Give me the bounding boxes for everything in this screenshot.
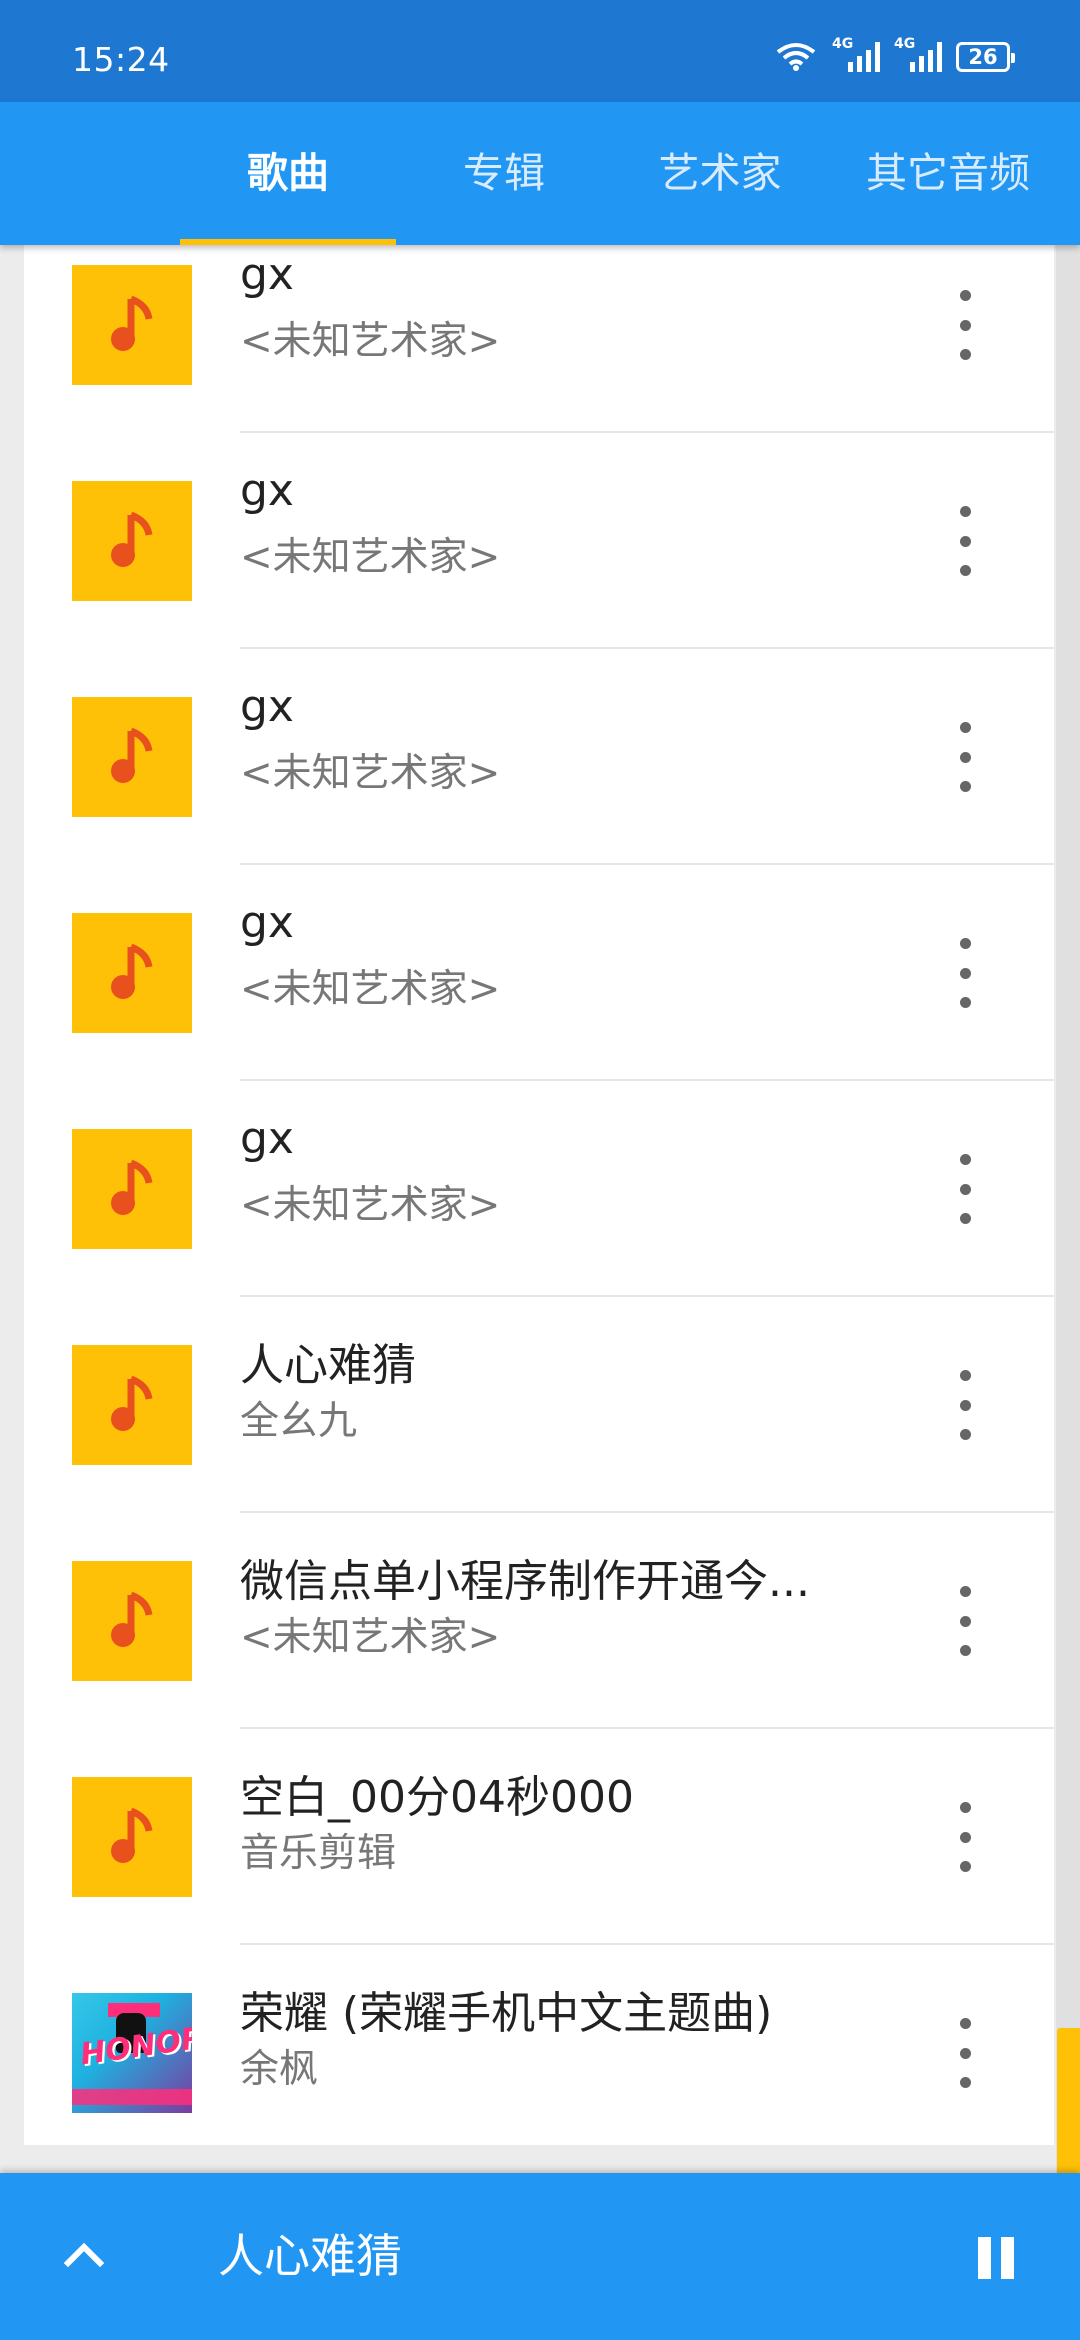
more-options-icon[interactable] [945,506,985,576]
song-list[interactable]: gx <未知艺术家> gx <未知艺术家> gx <未知艺术家> gx <未知艺… [24,245,1054,2145]
music-note-icon [72,265,192,385]
song-artist: <未知艺术家> [240,967,501,1012]
tab-songs[interactable]: 歌曲 [180,102,396,245]
more-options-icon[interactable] [945,1154,985,1224]
more-options-icon[interactable] [945,1586,985,1656]
album-art: HONOR [72,1993,192,2113]
song-artist: <未知艺术家> [240,319,501,364]
music-note-icon [72,1345,192,1465]
more-options-icon[interactable] [945,1802,985,1872]
song-title: 荣耀 (荣耀手机中文主题曲) [240,1988,773,2039]
song-title: gx [240,681,294,732]
song-row[interactable]: 人心难猜 全幺九 [24,1297,1054,1513]
song-title: gx [240,1113,294,1164]
song-artist: 全幺九 [240,1399,358,1444]
status-bar: 15:24 4G 4G 26 [0,0,1080,102]
scrollbar-thumb[interactable] [1057,2028,1080,2176]
music-note-icon [72,1777,192,1897]
song-row[interactable]: gx <未知艺术家> [24,433,1054,649]
status-icons: 4G 4G 26 [774,36,1015,72]
song-title: 空白_00分04秒000 [240,1772,634,1823]
song-row[interactable]: 微信点单小程序制作开通今... <未知艺术家> [24,1513,1054,1729]
battery-level: 26 [968,45,998,69]
network-type-label: 4G [894,36,916,52]
song-title: gx [240,465,294,516]
tab-artists[interactable]: 艺术家 [612,102,828,245]
song-artist: <未知艺术家> [240,1615,501,1660]
music-note-icon [72,1129,192,1249]
signal-icon-sim1: 4G [832,36,880,72]
song-title: gx [240,249,294,300]
music-note-icon [72,697,192,817]
tab-bar: 歌曲 专辑 艺术家 其它音频 [0,102,1080,245]
song-artist: 音乐剪辑 [240,1831,397,1876]
song-row[interactable]: HONOR 荣耀 (荣耀手机中文主题曲) 余枫 [24,1945,1054,2145]
more-options-icon[interactable] [945,1370,985,1440]
signal-icon-sim2: 4G [894,36,942,72]
song-title: 微信点单小程序制作开通今... [240,1556,810,1607]
now-playing-bar[interactable]: 人心难猜 [0,2173,1080,2340]
song-artist: <未知艺术家> [240,1183,501,1228]
music-note-icon [72,913,192,1033]
pause-icon[interactable] [978,2237,1014,2279]
now-playing-title[interactable]: 人心难猜 [218,2173,402,2340]
song-row[interactable]: 空白_00分04秒000 音乐剪辑 [24,1729,1054,1945]
song-artist: <未知艺术家> [240,535,501,580]
chevron-up-icon[interactable] [60,2231,108,2279]
more-options-icon[interactable] [945,722,985,792]
song-title: 人心难猜 [240,1340,416,1391]
tab-albums[interactable]: 专辑 [396,102,612,245]
status-time: 15:24 [72,40,170,79]
song-row[interactable]: gx <未知艺术家> [24,865,1054,1081]
tab-other-audio[interactable]: 其它音频 [828,102,1068,245]
more-options-icon[interactable] [945,290,985,360]
scrollbar-track [1056,245,1080,2175]
network-type-label: 4G [832,36,854,52]
song-row[interactable]: gx <未知艺术家> [24,1081,1054,1297]
song-row[interactable]: gx <未知艺术家> [24,649,1054,865]
music-note-icon [72,1561,192,1681]
song-row[interactable]: gx <未知艺术家> [24,245,1054,433]
more-options-icon[interactable] [945,938,985,1008]
battery-icon: 26 [956,42,1015,72]
tab-indicator [180,239,396,245]
more-options-icon[interactable] [945,2018,985,2088]
song-artist: 余枫 [240,2047,319,2092]
wifi-icon [776,43,816,71]
song-artist: <未知艺术家> [240,751,501,796]
song-title: gx [240,897,294,948]
music-note-icon [72,481,192,601]
